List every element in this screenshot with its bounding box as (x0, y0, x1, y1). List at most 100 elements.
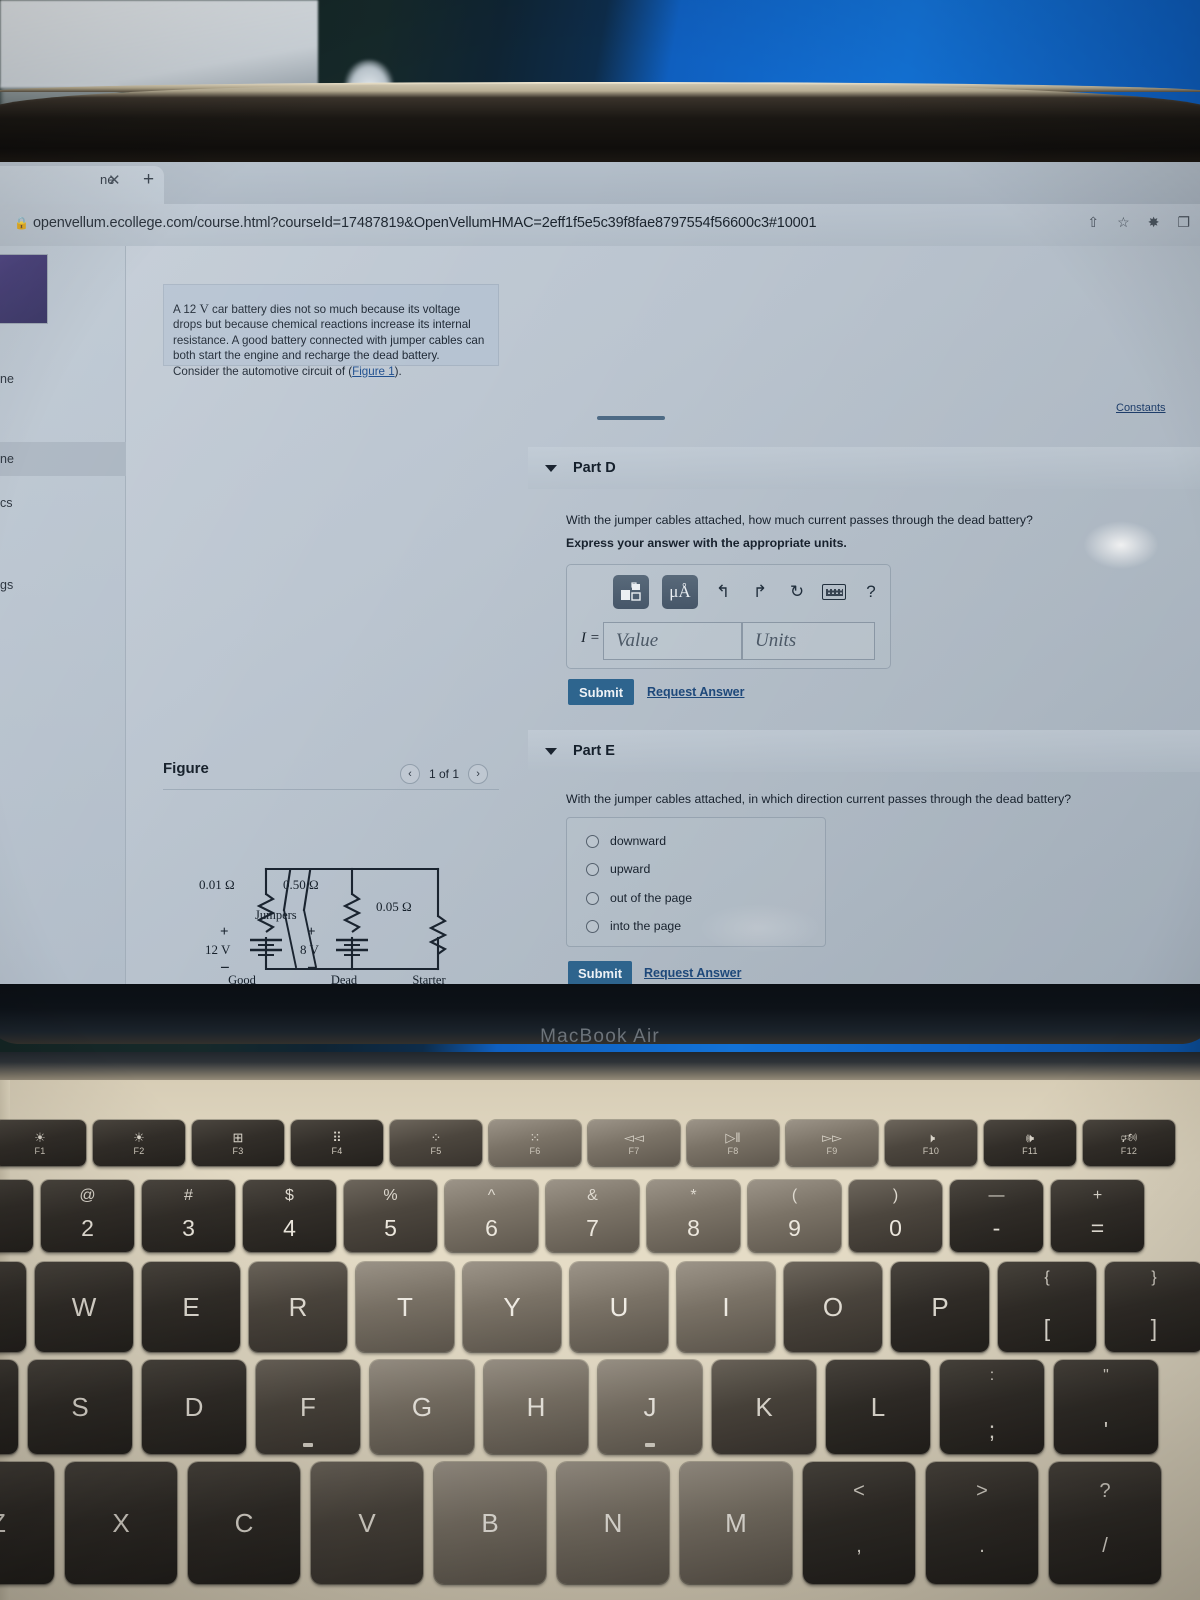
part-d-request-answer-link[interactable]: Request Answer (647, 685, 744, 699)
key-punct-1[interactable]: " ' (1054, 1360, 1158, 1454)
key-t[interactable]: T (356, 1262, 454, 1352)
part-d-submit-button[interactable]: Submit (568, 679, 634, 705)
rewind-key[interactable]: ◅◅ F7 (588, 1120, 680, 1166)
key-g[interactable]: G (370, 1360, 474, 1454)
help-icon[interactable]: ? (859, 580, 883, 604)
key-p[interactable]: P (891, 1262, 989, 1352)
chevron-down-icon[interactable] (545, 747, 557, 755)
part-e-option-0[interactable]: downward (586, 834, 666, 848)
units-icon[interactable]: μÅ (662, 575, 698, 609)
brightness-up-key[interactable]: ☀ F2 (93, 1120, 185, 1166)
key-k[interactable]: K (712, 1360, 816, 1454)
key--[interactable]: — - (950, 1180, 1043, 1252)
key-x[interactable]: X (65, 1462, 177, 1584)
key-bracket-1[interactable]: }] (1105, 1262, 1200, 1352)
key-v[interactable]: V (311, 1462, 423, 1584)
key-r[interactable]: R (249, 1262, 347, 1352)
part-d-units-input[interactable]: Units (742, 622, 875, 660)
key-fn-label: F10 (922, 1145, 940, 1156)
key-bracket-0[interactable]: {[ (998, 1262, 1096, 1352)
keyboard-icon[interactable] (822, 580, 846, 604)
part-e-request-answer-link[interactable]: Request Answer (644, 966, 741, 980)
key-8[interactable]: * 8 (647, 1180, 740, 1252)
key-6[interactable]: ^ 6 (445, 1180, 538, 1252)
key-7[interactable]: & 7 (546, 1180, 639, 1252)
key-y[interactable]: Y (463, 1262, 561, 1352)
part-e-option-2[interactable]: out of the page (586, 891, 692, 905)
key-e[interactable]: E (142, 1262, 240, 1352)
part-e-header[interactable]: Part E (528, 730, 1200, 772)
key-punct-bottom-0[interactable]: <, (803, 1462, 915, 1584)
play-pause-key[interactable]: ▷ǁ F8 (687, 1120, 779, 1166)
key-punct-bottom-2[interactable]: ? / (1049, 1462, 1161, 1584)
volume-down-key[interactable]: 🕪 F11 (984, 1120, 1076, 1166)
new-tab-icon[interactable]: + (143, 169, 154, 191)
part-e-submit-button[interactable]: Submit (568, 961, 632, 986)
mute-key[interactable]: 🕨 F10 (885, 1120, 977, 1166)
key-n[interactable]: N (557, 1462, 669, 1584)
part-e-option-3[interactable]: into the page (586, 919, 681, 933)
part-d-value-input[interactable]: Value (603, 622, 742, 660)
radio-button[interactable] (586, 862, 599, 876)
extensions-icon[interactable]: ✸ (1148, 214, 1160, 231)
sidebar-icon[interactable]: ❐ (1177, 214, 1190, 231)
voltage-dead-label: 8 V (300, 942, 320, 957)
launchpad-key[interactable]: ⠿ F4 (291, 1120, 383, 1166)
key-9[interactable]: (9 (748, 1180, 841, 1252)
close-icon[interactable]: ✕ (108, 171, 121, 189)
key-l[interactable]: L (826, 1360, 930, 1454)
key-1[interactable]: !1 (0, 1180, 33, 1252)
key-o[interactable]: O (784, 1262, 882, 1352)
fast-forward-key[interactable]: ▻▻ F9 (786, 1120, 878, 1166)
key-3[interactable]: #3 (142, 1180, 235, 1252)
key-m[interactable]: M (680, 1462, 792, 1584)
key-=[interactable]: + = (1051, 1180, 1144, 1252)
key-0[interactable]: ) 0 (849, 1180, 942, 1252)
brightness-down-key[interactable]: ☀ F1 (0, 1120, 86, 1166)
key-c[interactable]: C (188, 1462, 300, 1584)
figure-prev-button[interactable]: ‹ (400, 764, 420, 784)
key-w[interactable]: W (35, 1262, 133, 1352)
key-a[interactable]: A (0, 1360, 18, 1454)
key-i[interactable]: I (677, 1262, 775, 1352)
key-j[interactable]: J (598, 1360, 702, 1454)
chevron-down-icon[interactable] (545, 464, 557, 472)
sidebar-item-1[interactable]: ne (0, 442, 126, 476)
key-2[interactable]: @2 (41, 1180, 134, 1252)
key-punct-0[interactable]: :; (940, 1360, 1044, 1454)
key-5[interactable]: % 5 (344, 1180, 437, 1252)
browser-url-bar[interactable]: 🔒 openvellum.ecollege.com/course.html?co… (0, 204, 1200, 246)
key-s[interactable]: S (28, 1360, 132, 1454)
browser-tab[interactable] (0, 166, 164, 204)
key-d[interactable]: D (142, 1360, 246, 1454)
redo-icon[interactable]: ↱ (748, 580, 772, 604)
sidebar-item-3[interactable]: gs (0, 568, 126, 602)
radio-button[interactable] (586, 919, 599, 933)
template-icon[interactable] (613, 575, 649, 609)
key-f[interactable]: F (256, 1360, 360, 1454)
undo-icon[interactable]: ↰ (711, 580, 735, 604)
part-e-option-1[interactable]: upward (586, 862, 650, 876)
key-punct-bottom-1[interactable]: >. (926, 1462, 1038, 1584)
constants-link[interactable]: Constants (1116, 402, 1166, 414)
sidebar-item-2[interactable]: cs (0, 486, 126, 520)
figure-next-button[interactable]: › (468, 764, 489, 784)
key-b[interactable]: B (434, 1462, 546, 1584)
share-icon[interactable]: ⇧ (1087, 214, 1099, 231)
bookmark-star-icon[interactable]: ☆ (1117, 214, 1130, 231)
keyboard-backlight-down-key[interactable]: ⁘ F5 (390, 1120, 482, 1166)
keyboard-backlight-up-key[interactable]: ⁙ F6 (489, 1120, 581, 1166)
key-q[interactable]: Q (0, 1262, 26, 1352)
mission-control-key[interactable]: ⊞ F3 (192, 1120, 284, 1166)
figure-1-link[interactable]: Figure 1 (352, 365, 395, 378)
sidebar-item-0[interactable]: ne (0, 362, 126, 396)
volume-up-key[interactable]: 🕬 F12 (1083, 1120, 1175, 1166)
part-d-header[interactable]: Part D (528, 447, 1200, 489)
radio-button[interactable] (586, 891, 599, 905)
radio-button[interactable] (586, 834, 599, 848)
reset-icon[interactable]: ↻ (785, 580, 809, 604)
key-4[interactable]: $4 (243, 1180, 336, 1252)
key-u[interactable]: U (570, 1262, 668, 1352)
key-z[interactable]: Z (0, 1462, 54, 1584)
key-h[interactable]: H (484, 1360, 588, 1454)
